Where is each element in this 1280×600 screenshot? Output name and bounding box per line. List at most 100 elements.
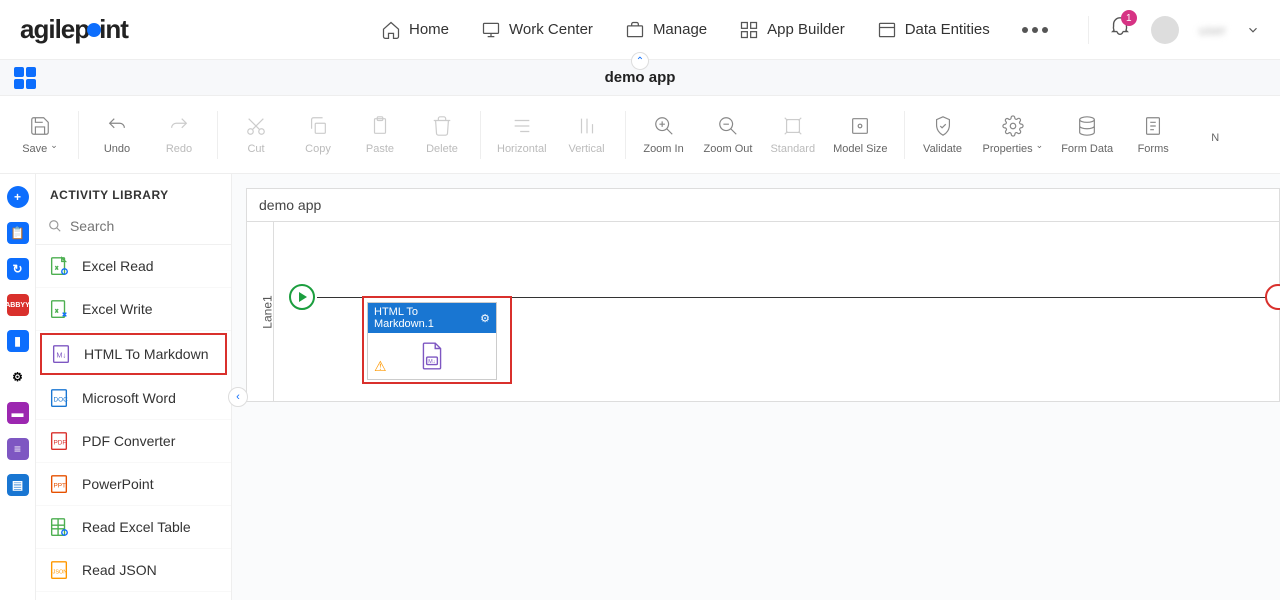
- forms-button[interactable]: Forms: [1123, 109, 1183, 161]
- pdf-icon: PDF: [48, 430, 70, 452]
- gear-icon[interactable]: ⚙: [480, 312, 490, 325]
- warning-icon: ⚠: [374, 358, 387, 375]
- activity-list: Excel Read Excel Write M↓ HTML To Markdo…: [36, 245, 231, 600]
- form-data-button[interactable]: Form Data: [1053, 109, 1121, 161]
- zoom-out-button[interactable]: Zoom Out: [696, 109, 761, 161]
- rail-abbyy[interactable]: ABBYY: [7, 294, 29, 316]
- notification-badge: 1: [1121, 10, 1137, 26]
- activity-html-to-markdown[interactable]: M↓ HTML To Markdown: [40, 333, 227, 375]
- nav-data-entities[interactable]: Data Entities: [877, 20, 990, 40]
- delete-button[interactable]: Delete: [412, 109, 472, 161]
- chevron-down-icon: ⌄: [1036, 140, 1044, 151]
- undo-icon: [106, 115, 128, 137]
- activity-microsoft-word[interactable]: DOC Microsoft Word: [36, 377, 231, 420]
- copy-icon: [307, 115, 329, 137]
- header-right: 1 user: [1088, 16, 1260, 44]
- activity-excel-read[interactable]: Excel Read: [36, 245, 231, 288]
- next-partial-button[interactable]: N: [1185, 120, 1245, 150]
- nav-work-center[interactable]: Work Center: [481, 20, 593, 40]
- user-name: user: [1199, 22, 1226, 38]
- redo-button[interactable]: Redo: [149, 109, 209, 161]
- align-vertical-icon: [576, 115, 598, 137]
- nav-home-label: Home: [409, 21, 449, 38]
- search-row: [36, 214, 231, 245]
- search-icon: [48, 218, 62, 234]
- nav-more[interactable]: [1022, 27, 1048, 33]
- database-icon: [1076, 115, 1098, 137]
- rail-git[interactable]: ⚙: [7, 366, 29, 388]
- rail-storage[interactable]: ▮: [7, 330, 29, 352]
- cut-button[interactable]: Cut: [226, 109, 286, 161]
- excel-write-icon: [48, 298, 70, 320]
- svg-text:DOC: DOC: [54, 397, 69, 404]
- logo-dot-icon: [87, 23, 101, 37]
- save-icon: [29, 115, 51, 137]
- user-avatar[interactable]: [1151, 16, 1179, 44]
- rail-cloud[interactable]: ↻: [7, 258, 29, 280]
- sidebar-collapse-button[interactable]: ‹: [228, 387, 248, 407]
- properties-button[interactable]: Properties⌄: [975, 109, 1052, 161]
- trash-icon: [431, 115, 453, 137]
- undo-button[interactable]: Undo: [87, 109, 147, 161]
- rail-add[interactable]: +: [7, 186, 29, 208]
- notifications-button[interactable]: 1: [1109, 16, 1131, 43]
- category-rail: + 📋 ↻ ABBYY ▮ ⚙ ▬ ≡ ▤: [0, 174, 36, 600]
- excel-table-icon: [48, 516, 70, 538]
- rail-clipboard[interactable]: 📋: [7, 222, 29, 244]
- app-header: agilepint Home Work Center Manage App Bu…: [0, 0, 1280, 60]
- rail-document[interactable]: ▤: [7, 474, 29, 496]
- activity-read-excel-table[interactable]: Read Excel Table: [36, 506, 231, 549]
- gear-icon: [1002, 115, 1024, 137]
- nav-manage[interactable]: Manage: [625, 20, 707, 40]
- standard-view-button[interactable]: Standard: [762, 109, 823, 161]
- copy-button[interactable]: Copy: [288, 109, 348, 161]
- svg-text:M↓: M↓: [56, 351, 66, 360]
- collapse-up-icon[interactable]: ⌃: [631, 52, 649, 70]
- title-bar: ⌃ demo app: [0, 60, 1280, 96]
- rail-database[interactable]: ≡: [7, 438, 29, 460]
- main-nav: Home Work Center Manage App Builder Data…: [381, 20, 1048, 40]
- nav-app-builder[interactable]: App Builder: [739, 20, 845, 40]
- powerpoint-icon: PPT: [48, 473, 70, 495]
- chevron-down-icon[interactable]: [1246, 23, 1260, 37]
- search-input[interactable]: [70, 218, 219, 234]
- end-node[interactable]: [1265, 284, 1280, 310]
- excel-read-icon: [48, 255, 70, 277]
- canvas-area: demo app Lane1 ▶ HTML To Markdown.1 ⚙ ⚠ …: [232, 174, 1280, 600]
- layout-icon: [877, 20, 897, 40]
- align-horizontal-button[interactable]: Horizontal: [489, 109, 555, 161]
- rail-purple[interactable]: ▬: [7, 402, 29, 424]
- nav-work-center-label: Work Center: [509, 21, 593, 38]
- toolbar: Save⌄ Undo Redo Cut Copy Paste Delete Ho…: [0, 96, 1280, 174]
- activity-node[interactable]: HTML To Markdown.1 ⚙ ⚠ M↓: [367, 302, 497, 380]
- activity-label: HTML To Markdown: [84, 346, 208, 362]
- activity-excel-write[interactable]: Excel Write: [36, 288, 231, 331]
- activity-label: PDF Converter: [82, 433, 175, 449]
- validate-icon: [932, 115, 954, 137]
- process-canvas[interactable]: Lane1 ▶ HTML To Markdown.1 ⚙ ⚠ M↓: [246, 222, 1280, 402]
- sidebar-title: ACTIVITY LIBRARY: [36, 174, 231, 214]
- save-button[interactable]: Save⌄: [10, 109, 70, 161]
- activity-read-json[interactable]: JSON Read JSON: [36, 549, 231, 592]
- home-icon: [381, 20, 401, 40]
- nav-manage-label: Manage: [653, 21, 707, 38]
- model-size-button[interactable]: Model Size: [825, 109, 895, 161]
- activity-pdf-converter[interactable]: PDF PDF Converter: [36, 420, 231, 463]
- form-icon: [1142, 115, 1164, 137]
- align-vertical-button[interactable]: Vertical: [557, 109, 617, 161]
- canvas-title: demo app: [246, 188, 1280, 222]
- grid-icon: [739, 20, 759, 40]
- apps-icon[interactable]: [14, 67, 36, 89]
- paste-button[interactable]: Paste: [350, 109, 410, 161]
- model-size-icon: [849, 115, 871, 137]
- start-node[interactable]: [289, 284, 315, 310]
- zoom-in-button[interactable]: Zoom In: [634, 109, 694, 161]
- standard-icon: [782, 115, 804, 137]
- paste-icon: [369, 115, 391, 137]
- markdown-file-icon: M↓: [419, 341, 445, 371]
- monitor-icon: [481, 20, 501, 40]
- validate-button[interactable]: Validate: [913, 109, 973, 161]
- nav-home[interactable]: Home: [381, 20, 449, 40]
- activity-powerpoint[interactable]: PPT PowerPoint: [36, 463, 231, 506]
- activity-title: HTML To Markdown.1: [374, 306, 480, 330]
